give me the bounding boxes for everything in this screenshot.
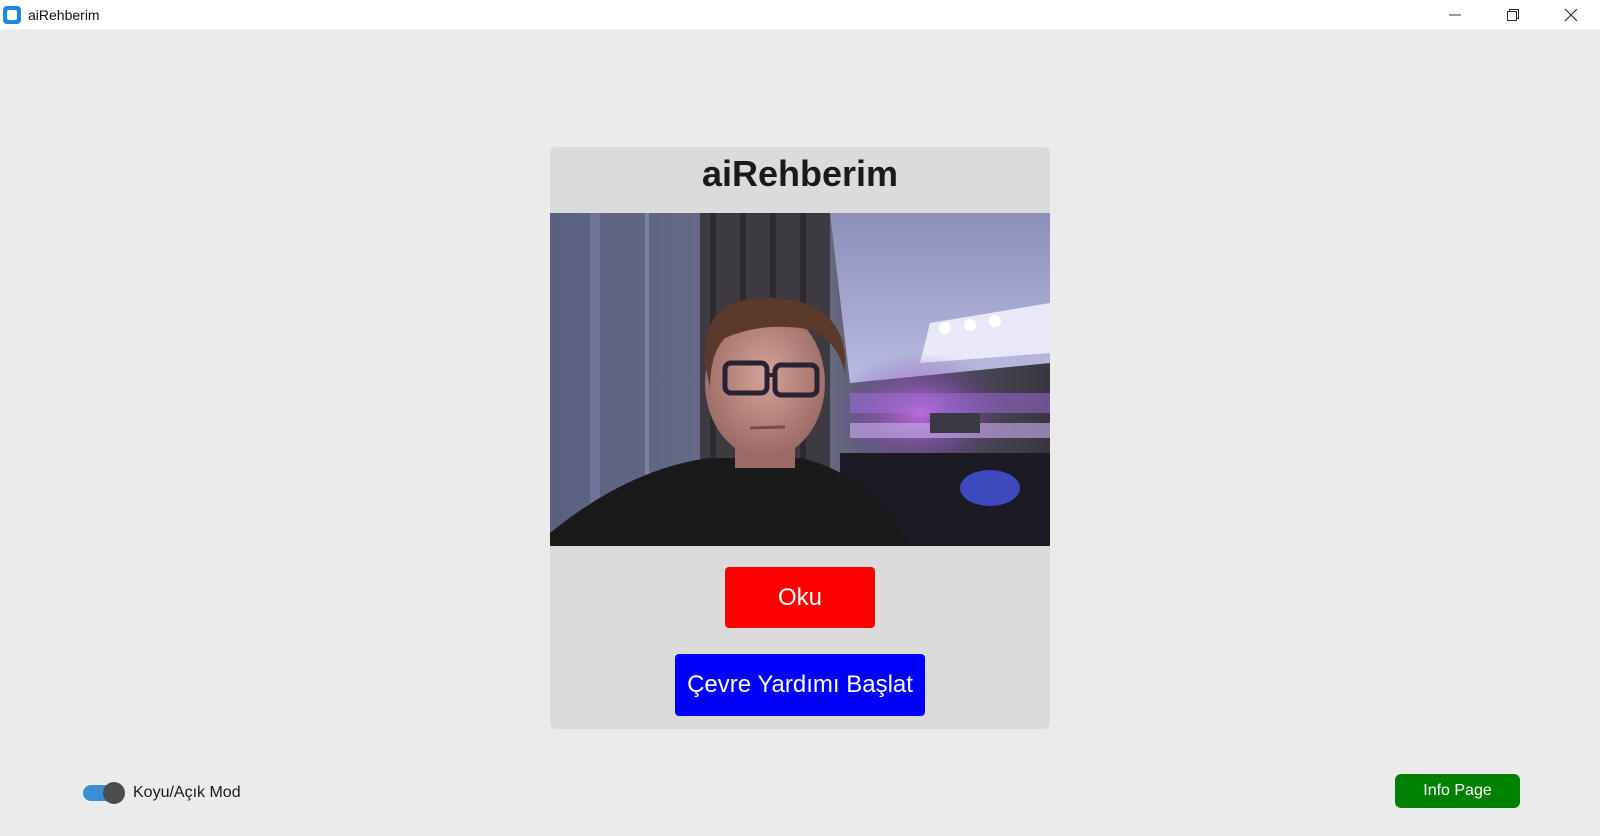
close-button[interactable] [1542, 0, 1600, 29]
switch-knob [103, 782, 125, 804]
app-icon [3, 5, 21, 24]
close-icon [1564, 8, 1578, 21]
environment-assist-button[interactable]: Çevre Yardımı Başlat [675, 654, 925, 716]
restore-button[interactable] [1484, 0, 1542, 29]
info-page-button[interactable]: Info Page [1395, 774, 1520, 808]
theme-switch[interactable] [83, 782, 125, 804]
camera-image [550, 213, 1050, 546]
title-bar: aiRehberim [0, 0, 1600, 29]
camera-feed [550, 213, 1050, 546]
window-controls [1426, 0, 1600, 29]
window-title: aiRehberim [28, 6, 100, 23]
theme-toggle[interactable]: Koyu/Açık Mod [83, 782, 241, 804]
app-window: aiRehberim aiRehberim Oku Çevre Yardımı … [0, 0, 1600, 836]
minimize-icon [1449, 14, 1461, 15]
minimize-button[interactable] [1426, 0, 1484, 29]
restore-icon [1507, 8, 1519, 21]
main-card: aiRehberim Oku Çevre Yardımı Başlat [550, 147, 1050, 729]
page-title: aiRehberim [701, 153, 899, 194]
theme-toggle-label: Koyu/Açık Mod [133, 784, 241, 801]
read-button[interactable]: Oku [725, 567, 875, 628]
